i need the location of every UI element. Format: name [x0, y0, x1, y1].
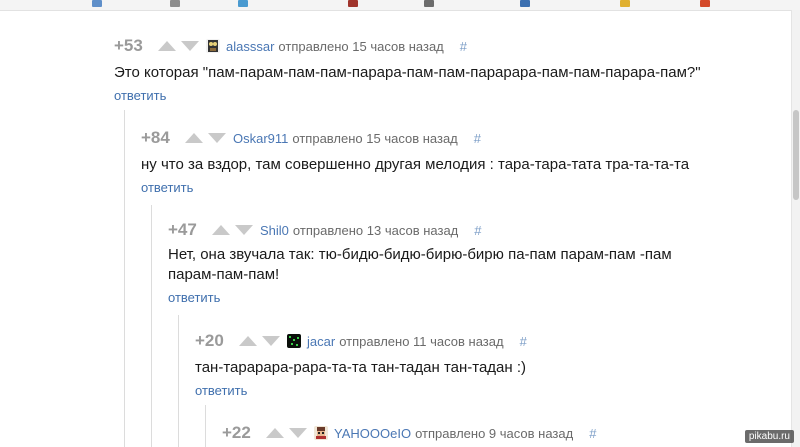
thread-line — [151, 205, 152, 447]
toolbar-icon[interactable] — [238, 0, 248, 7]
pixel-avatar-icon[interactable] — [314, 426, 328, 440]
reply-button[interactable]: ответить — [195, 383, 527, 398]
vote-down-icon[interactable] — [289, 428, 307, 438]
toolbar-icon[interactable] — [520, 0, 530, 7]
comment: +47 Shil0 отправлено 13 часов назад # Не… — [168, 220, 672, 305]
comment: +20 jacar отправлено 11 часов назад # та… — [195, 331, 527, 398]
scrollbar[interactable] — [791, 10, 800, 447]
comment-author[interactable]: YAHOOOeIO — [334, 426, 411, 441]
comment-author[interactable]: Oskar911 — [233, 131, 288, 146]
watermark-logo: pikabu.ru — [744, 430, 794, 443]
comment-timestamp: отправлено 9 часов назад — [415, 425, 574, 441]
comment-text: парам-пам-пам! — [168, 266, 280, 283]
matrix-avatar-icon[interactable] — [287, 334, 301, 348]
vote-up-icon[interactable] — [266, 428, 284, 438]
comment-permalink[interactable]: # — [520, 334, 527, 349]
comment-header: +22 YAHOOOeIO отправлено 9 часов назад # — [222, 423, 596, 443]
comment-timestamp: отправлено 15 часов назад — [278, 38, 444, 54]
toolbar-icon[interactable] — [700, 0, 710, 7]
vote-up-icon[interactable] — [239, 336, 257, 346]
comment-header: +53 alasssar отправлено 15 часов назад # — [114, 36, 701, 56]
toolbar-icon[interactable] — [424, 0, 434, 7]
comment-rating: +53 — [114, 36, 143, 55]
vote-down-icon[interactable] — [181, 41, 199, 51]
vote-down-icon[interactable] — [235, 225, 253, 235]
comment-rating: +47 — [168, 220, 197, 239]
comment-permalink[interactable]: # — [589, 426, 596, 441]
comment-timestamp: отправлено 15 часов назад — [292, 130, 458, 146]
toolbar-icon[interactable] — [92, 0, 102, 7]
thread-line — [124, 110, 125, 447]
comment-author[interactable]: alasssar — [226, 39, 274, 54]
vote-down-icon[interactable] — [262, 336, 280, 346]
comment-permalink[interactable]: # — [474, 223, 481, 238]
vote-up-icon[interactable] — [185, 133, 203, 143]
owl-avatar-icon[interactable] — [206, 39, 220, 53]
comment: +53 alasssar отправлено 15 часов назад #… — [114, 36, 701, 103]
thread-line — [205, 405, 206, 447]
browser-toolbar — [0, 0, 800, 11]
comment-text: тан-тарарара-рара-та-та тан-тадан тан-та… — [195, 359, 527, 376]
toolbar-icon[interactable] — [620, 0, 630, 7]
comment-header: +20 jacar отправлено 11 часов назад # — [195, 331, 527, 351]
scrollbar-thumb[interactable] — [793, 110, 799, 200]
comment-text: Нет, она звучала так: тю-бидю-бидю-бирю-… — [168, 246, 672, 263]
thread-line — [178, 315, 179, 447]
vote-up-icon[interactable] — [158, 41, 176, 51]
comment-rating: +84 — [141, 128, 170, 147]
reply-button[interactable]: ответить — [168, 290, 672, 305]
comment-permalink[interactable]: # — [460, 39, 467, 54]
vote-down-icon[interactable] — [208, 133, 226, 143]
vote-up-icon[interactable] — [212, 225, 230, 235]
comment-timestamp: отправлено 13 часов назад — [292, 222, 459, 238]
comment-text: Это которая "пам-парам-пам-пам-парара-па… — [114, 64, 701, 81]
comment-rating: +22 — [222, 423, 251, 442]
comment-author[interactable]: Shil0 — [260, 223, 289, 238]
toolbar-icon[interactable] — [348, 0, 358, 7]
comment-author[interactable]: jacar — [307, 334, 335, 349]
comment: +84 Oskar911 отправлено 15 часов назад #… — [141, 128, 689, 195]
comment: +22 YAHOOOeIO отправлено 9 часов назад # — [222, 423, 596, 443]
reply-button[interactable]: ответить — [141, 180, 689, 195]
comment-header: +47 Shil0 отправлено 13 часов назад # — [168, 220, 672, 240]
comment-timestamp: отправлено 11 часов назад — [339, 333, 504, 349]
reply-button[interactable]: ответить — [114, 88, 701, 103]
comment-permalink[interactable]: # — [474, 131, 481, 146]
comment-text: ну что за вздор, там совершенно другая м… — [141, 156, 690, 173]
comment-rating: +20 — [195, 331, 224, 350]
toolbar-icon[interactable] — [170, 0, 180, 7]
comment-header: +84 Oskar911 отправлено 15 часов назад # — [141, 128, 689, 148]
